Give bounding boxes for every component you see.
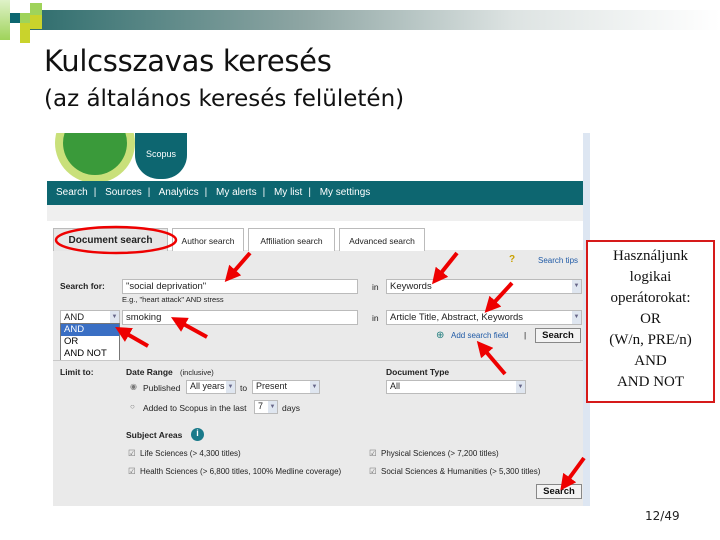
document-search-highlight <box>54 225 178 255</box>
callout-line: logikai <box>629 269 672 285</box>
arrow-search <box>560 456 586 491</box>
callout-line: Használjunk <box>613 248 688 264</box>
arrow-query1 <box>224 251 252 283</box>
callout-line: AND NOT <box>616 374 685 390</box>
arrow-query2 <box>170 317 208 339</box>
operators-callout: Használjunk logikai operátorokat: OR (W/… <box>586 240 715 403</box>
callout-line: AND <box>634 353 667 369</box>
arrow-operator <box>115 327 149 348</box>
red-arrows <box>115 251 586 491</box>
callout-line: (W/n, PRE/n) <box>609 332 692 348</box>
arrow-add-field <box>476 340 507 376</box>
arrow-field2 <box>484 281 514 313</box>
page-number: 12/49 <box>645 509 680 523</box>
callout-line: OR <box>640 311 661 327</box>
callout-line: operátorokat: <box>610 290 691 306</box>
arrow-field1 <box>432 251 459 285</box>
